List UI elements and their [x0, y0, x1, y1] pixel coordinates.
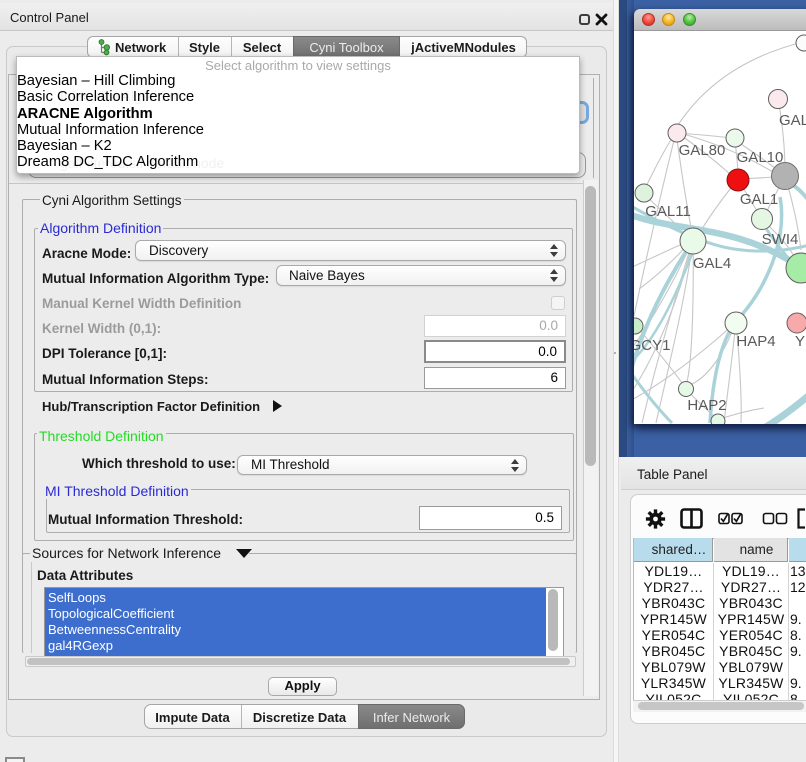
svg-text:GAL1: GAL1: [740, 191, 778, 208]
svg-text:SWI4: SWI4: [762, 231, 799, 248]
svg-text:HAP4: HAP4: [736, 333, 775, 350]
svg-text:HAP2: HAP2: [687, 397, 726, 414]
svg-text:GAL10: GAL10: [737, 149, 784, 166]
svg-text:GAL2: GAL2: [779, 112, 806, 129]
svg-text:GAL11: GAL11: [645, 203, 691, 220]
svg-text:YM: YM: [795, 333, 806, 350]
svg-text:GAL80: GAL80: [679, 142, 726, 159]
svg-text:GCY1: GCY1: [634, 337, 670, 354]
svg-text:GAL4: GAL4: [693, 255, 731, 272]
